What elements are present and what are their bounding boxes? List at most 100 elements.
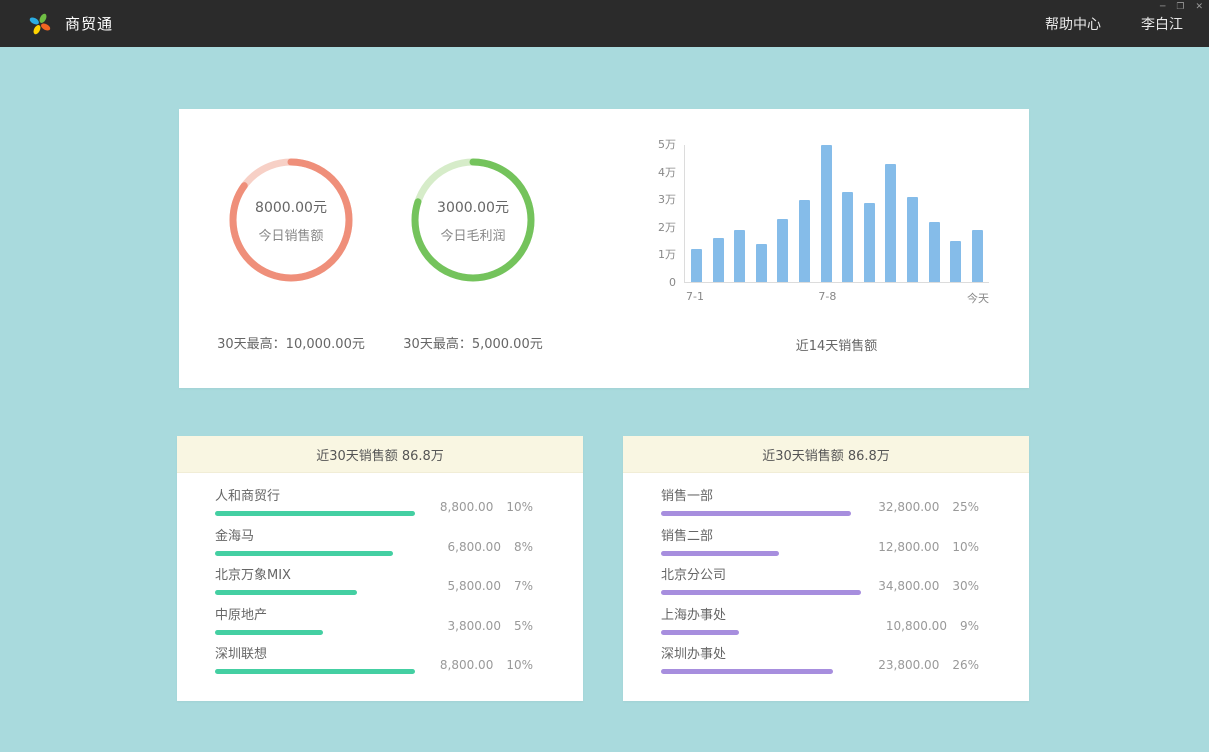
- window-controls: ─ ❐ ✕: [1160, 1, 1203, 13]
- ranking-item-bar: [661, 630, 739, 635]
- ranking-item-percent: 10%: [952, 540, 979, 554]
- user-menu[interactable]: 李白江: [1141, 14, 1183, 34]
- ranking-item-value: 32,800.00: [878, 500, 939, 514]
- ranking-item-bar-track: [661, 551, 861, 556]
- ranking-item-bar: [215, 669, 415, 674]
- ranking-item-value: 5,800.00: [448, 579, 501, 593]
- ranking-title: 近30天销售额 86.8万: [623, 436, 1029, 473]
- ranking-row: 销售二部12,800.0010%: [661, 529, 979, 569]
- ranking-item-figures: 34,800.0030%: [878, 579, 979, 593]
- today-profit-donut-block: 3000.00元 今日毛利润 30天最高：5,000.00元: [383, 109, 563, 352]
- sales-bar: [929, 222, 940, 282]
- overview-card: 8000.00元 今日销售额 30天最高：10,000.00元 3000.00元…: [179, 109, 1029, 388]
- today-profit-label: 今日毛利润: [440, 225, 505, 244]
- sales-bar: [799, 200, 810, 282]
- ranking-item-bar: [215, 551, 393, 556]
- y-tick-label: 0: [634, 277, 676, 289]
- donut-center-text: 3000.00元 今日毛利润: [408, 155, 538, 285]
- ranking-row: 深圳联想8,800.0010%: [215, 647, 533, 687]
- y-tick-label: 1万: [634, 249, 676, 261]
- ranking-item-percent: 9%: [960, 619, 979, 633]
- ranking-item-percent: 5%: [514, 619, 533, 633]
- ranking-item-figures: 6,800.008%: [448, 540, 533, 554]
- ranking-item-figures: 10,800.009%: [886, 619, 979, 633]
- sales-bar: [821, 145, 832, 282]
- ranking-row: 人和商贸行8,800.0010%: [215, 489, 533, 529]
- ranking-item-value: 34,800.00: [878, 579, 939, 593]
- ranking-card-departments: 近30天销售额 86.8万 销售一部32,800.0025%销售二部12,800…: [623, 436, 1029, 701]
- ranking-row: 销售一部32,800.0025%: [661, 489, 979, 529]
- y-tick-label: 2万: [634, 222, 676, 234]
- title-bar: 商贸通 帮助中心 李白江 ─ ❐ ✕: [0, 0, 1209, 47]
- y-tick-label: 3万: [634, 194, 676, 206]
- ranking-item-bar-track: [215, 590, 415, 595]
- ranking-item-bar-track: [661, 511, 861, 516]
- x-tick-middle: 7-8: [818, 290, 836, 303]
- today-sales-30d-max: 30天最高：10,000.00元: [179, 333, 403, 352]
- app-title: 商贸通: [65, 13, 113, 34]
- ranking-item-figures: 8,800.0010%: [440, 500, 533, 514]
- today-sales-donut-chart: 8000.00元 今日销售额: [226, 155, 356, 285]
- maximize-icon[interactable]: ❐: [1176, 1, 1184, 13]
- ranking-item-bar-track: [215, 551, 415, 556]
- ranking-item-bar: [215, 590, 357, 595]
- ranking-item-bar-track: [661, 590, 861, 595]
- ranking-list: 人和商贸行8,800.0010%金海马6,800.008%北京万象MIX5,80…: [177, 473, 583, 687]
- sales-bar: [885, 164, 896, 282]
- ranking-item-bar: [661, 590, 861, 595]
- ranking-list: 销售一部32,800.0025%销售二部12,800.0010%北京分公司34,…: [623, 473, 1029, 687]
- ranking-row: 中原地产3,800.005%: [215, 608, 533, 648]
- ranking-item-bar: [661, 669, 833, 674]
- ranking-row: 上海办事处10,800.009%: [661, 608, 979, 648]
- ranking-card-customers: 近30天销售额 86.8万 人和商贸行8,800.0010%金海马6,800.0…: [177, 436, 583, 701]
- ranking-item-percent: 7%: [514, 579, 533, 593]
- ranking-item-value: 23,800.00: [878, 658, 939, 672]
- y-tick-label: 4万: [634, 167, 676, 179]
- ranking-item-figures: 5,800.00 7%: [448, 579, 533, 593]
- today-sales-label: 今日销售额: [258, 225, 323, 244]
- sales-bar: [691, 249, 702, 282]
- bar-chart-x-axis: 7-1 7-8 今天: [684, 290, 989, 304]
- sales-bar: [713, 238, 724, 282]
- ranking-row: 金海马6,800.008%: [215, 529, 533, 569]
- ranking-item-value: 8,800.00: [440, 500, 493, 514]
- sales-14d-bar-chart: 5万 4万 3万 2万 1万 0 7-1 7-8 今天 近14天销售额: [634, 139, 994, 379]
- ranking-row: 北京分公司34,800.0030%: [661, 568, 979, 608]
- x-tick-last: 今天: [967, 290, 989, 306]
- donut-center-text: 8000.00元 今日销售额: [226, 155, 356, 285]
- bar-chart-y-axis: 5万 4万 3万 2万 1万 0: [634, 139, 676, 289]
- sales-bar: [907, 197, 918, 282]
- titlebar-nav: 帮助中心 李白江: [1045, 14, 1183, 34]
- today-profit-donut-chart: 3000.00元 今日毛利润: [408, 155, 538, 285]
- today-profit-30d-max: 30天最高：5,000.00元: [383, 333, 563, 352]
- ranking-title: 近30天销售额 86.8万: [177, 436, 583, 473]
- bar-chart-title: 近14天销售额: [684, 335, 989, 354]
- ranking-item-percent: 8%: [514, 540, 533, 554]
- ranking-item-percent: 10%: [506, 658, 533, 672]
- ranking-item-bar-track: [215, 511, 415, 516]
- close-icon[interactable]: ✕: [1195, 1, 1203, 13]
- minimize-icon[interactable]: ─: [1160, 1, 1165, 13]
- ranking-item-figures: 3,800.00 5%: [448, 619, 533, 633]
- sales-bar: [950, 241, 961, 282]
- ranking-item-value: 8,800.00: [440, 658, 493, 672]
- ranking-item-bar-track: [215, 630, 415, 635]
- ranking-item-figures: 23,800.0026%: [878, 658, 979, 672]
- y-tick-label: 5万: [634, 139, 676, 151]
- bar-chart-plot: [684, 145, 989, 283]
- sales-bar: [756, 244, 767, 282]
- sales-bar: [842, 192, 853, 282]
- ranking-item-figures: 8,800.00 10%: [440, 658, 533, 672]
- ranking-item-bar: [661, 511, 851, 516]
- ranking-item-bar: [215, 511, 415, 516]
- ranking-item-figures: 32,800.0025%: [878, 500, 979, 514]
- today-profit-value: 3000.00元: [437, 197, 509, 217]
- sales-bar: [734, 230, 745, 282]
- ranking-row: 北京万象MIX5,800.007%: [215, 568, 533, 608]
- today-sales-value: 8000.00元: [255, 197, 327, 217]
- ranking-item-value: 12,800.00: [878, 540, 939, 554]
- sales-bar: [864, 203, 875, 282]
- ranking-item-value: 3,800.00: [448, 619, 501, 633]
- ranking-item-bar-track: [215, 669, 415, 674]
- help-center-link[interactable]: 帮助中心: [1045, 14, 1101, 34]
